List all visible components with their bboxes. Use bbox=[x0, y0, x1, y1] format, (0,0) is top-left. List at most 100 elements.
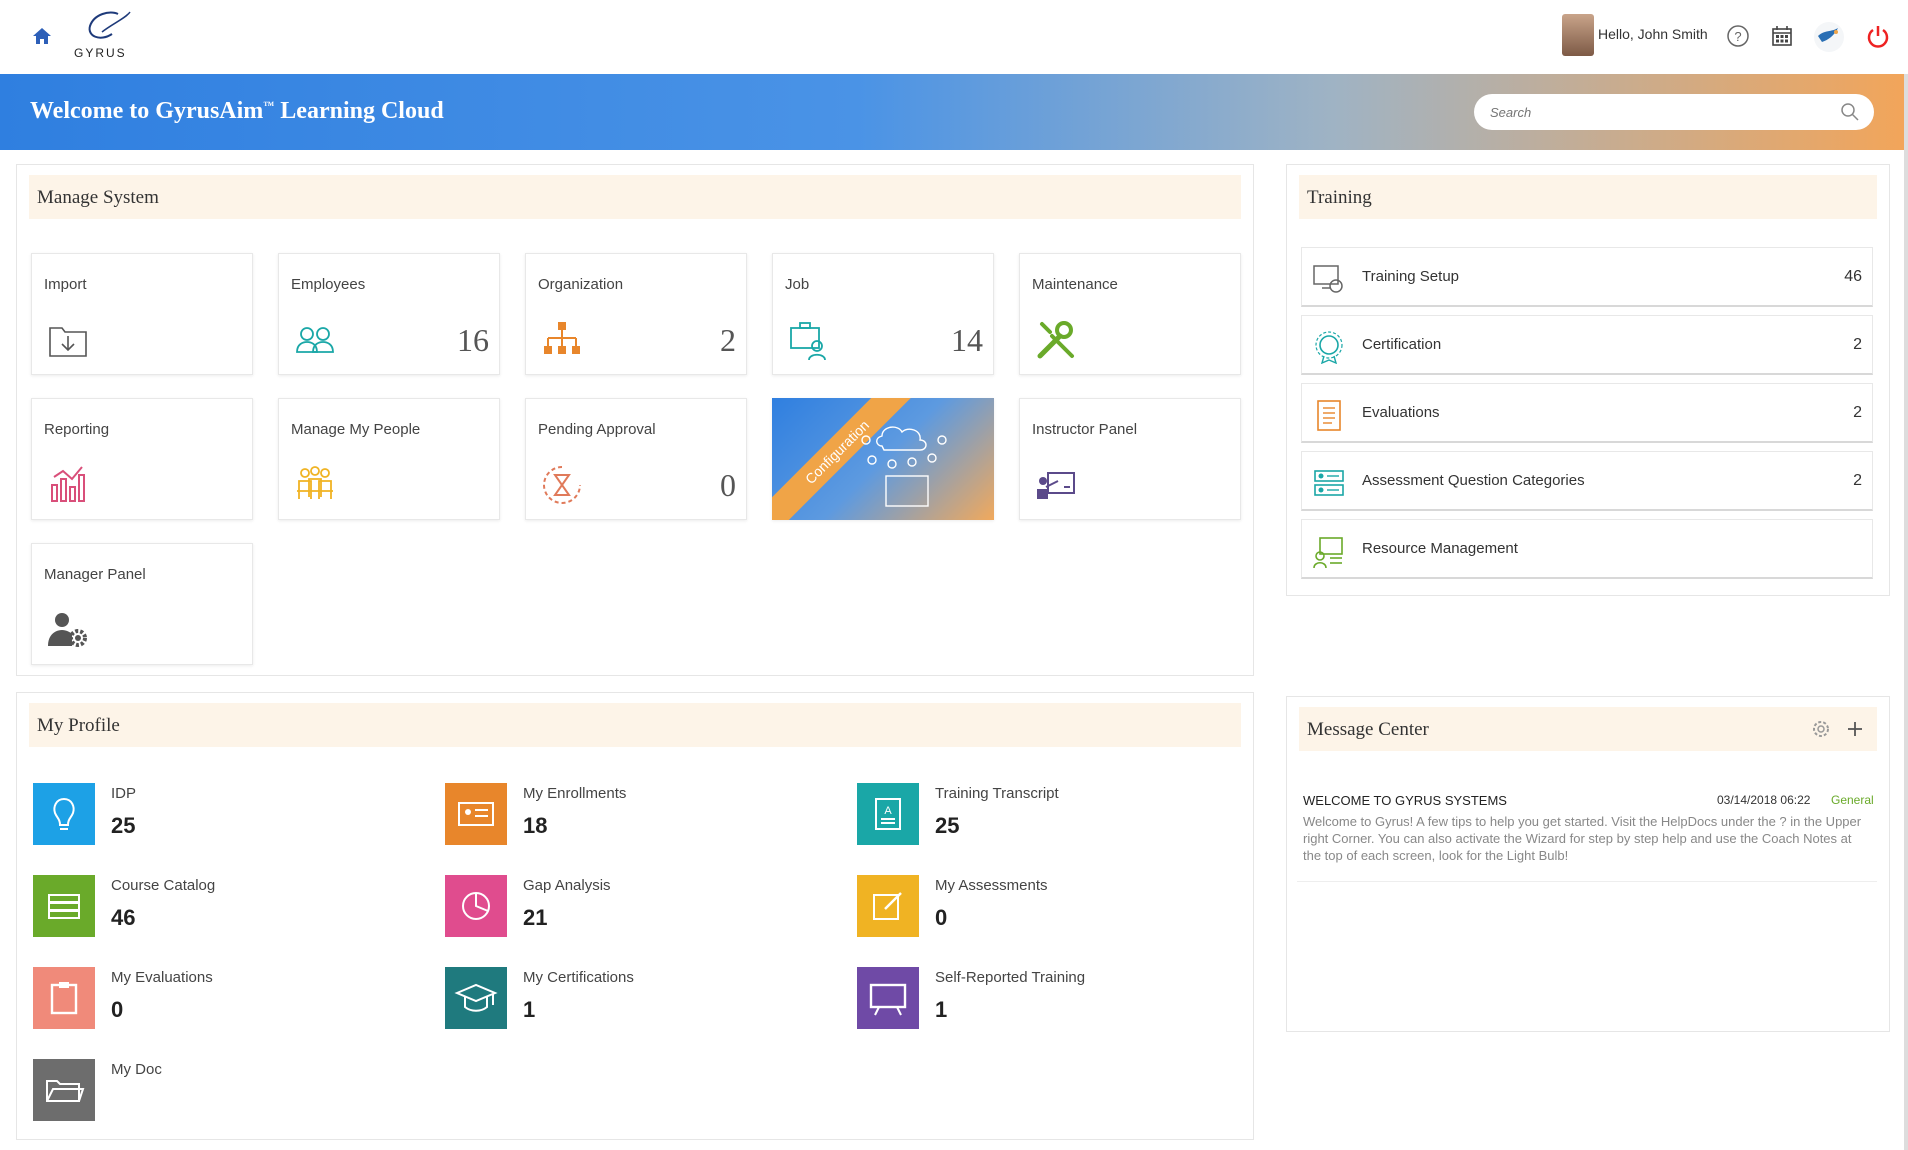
message-center-title: Message Center bbox=[1307, 719, 1429, 740]
profile-item-label: My Assessments bbox=[935, 877, 1048, 894]
transcript-book-icon: A bbox=[875, 798, 901, 830]
training-item-resource-management[interactable]: Resource Management bbox=[1301, 519, 1873, 579]
search-input[interactable] bbox=[1490, 102, 1820, 122]
tile-import[interactable]: Import bbox=[31, 253, 253, 375]
profile-item-label: Course Catalog bbox=[111, 877, 216, 894]
profile-item-count: 46 bbox=[111, 905, 136, 930]
organization-chart-icon bbox=[544, 322, 580, 354]
banner-title-main: Welcome to GyrusAim bbox=[30, 98, 264, 124]
tile-label: Maintenance bbox=[1032, 276, 1118, 293]
logo-text: GYRUS bbox=[74, 46, 127, 60]
manager-gear-person-icon bbox=[48, 613, 87, 647]
profile-item-label: Gap Analysis bbox=[523, 877, 611, 894]
search-box[interactable] bbox=[1474, 94, 1874, 130]
profile-item-label: Training Transcript bbox=[935, 785, 1059, 802]
hourglass-icon bbox=[543, 466, 581, 504]
gap-analysis-icon-box bbox=[445, 875, 507, 937]
profile-item-my-assessments[interactable]: My Assessments 0 bbox=[857, 875, 1237, 939]
training-item-setup[interactable]: Training Setup 46 bbox=[1301, 247, 1873, 307]
home-icon[interactable] bbox=[30, 24, 54, 48]
settings-gear-icon[interactable] bbox=[1811, 719, 1831, 739]
profile-item-count: 21 bbox=[523, 905, 548, 930]
import-folder-icon bbox=[49, 327, 87, 357]
help-icon[interactable]: ? bbox=[1724, 22, 1752, 50]
training-item-label: Certification bbox=[1362, 336, 1442, 353]
profile-item-training-transcript[interactable]: A Training Transcript 25 bbox=[857, 783, 1237, 847]
training-item-assessment-question-categories[interactable]: Assessment Question Categories 2 bbox=[1301, 451, 1873, 511]
message-body: Welcome to Gyrus! A few tips to help you… bbox=[1303, 814, 1862, 863]
assessment-categories-icon bbox=[1314, 470, 1344, 496]
enrollments-icon-box bbox=[445, 783, 507, 845]
profile-item-my-enrollments[interactable]: My Enrollments 18 bbox=[445, 783, 825, 847]
tile-label: Import bbox=[44, 276, 87, 293]
tile-label: Pending Approval bbox=[538, 421, 656, 438]
profile-item-count: 0 bbox=[935, 905, 948, 930]
user-avatar[interactable] bbox=[1562, 14, 1594, 56]
profile-item-label: Self-Reported Training bbox=[935, 969, 1086, 986]
power-icon[interactable] bbox=[1864, 22, 1892, 50]
calendar-icon[interactable] bbox=[1768, 22, 1796, 50]
user-greeting[interactable]: Hello, John Smith bbox=[1598, 26, 1708, 42]
evaluations-icon-box bbox=[33, 967, 95, 1029]
tile-manage-my-people[interactable]: Manage My People bbox=[278, 398, 500, 520]
tile-pending-approval[interactable]: Pending Approval 0 bbox=[525, 398, 747, 520]
course-catalog-icon-box bbox=[33, 875, 95, 937]
trademark-mark: ™ bbox=[263, 100, 275, 112]
tile-label: Reporting bbox=[44, 421, 110, 438]
tile-manager-panel[interactable]: Manager Panel bbox=[31, 543, 253, 665]
profile-item-idp[interactable]: IDP 25 bbox=[33, 783, 413, 847]
profile-item-label: My Evaluations bbox=[111, 969, 213, 986]
profile-item-course-catalog[interactable]: Course Catalog 46 bbox=[33, 875, 413, 939]
training-setup-icon bbox=[1313, 265, 1343, 293]
training-item-certification[interactable]: Certification 2 bbox=[1301, 315, 1873, 375]
tile-maintenance[interactable]: Maintenance bbox=[1019, 253, 1241, 375]
profile-item-count: 18 bbox=[523, 813, 548, 838]
tile-job[interactable]: Job 14 bbox=[772, 253, 994, 375]
tile-employees[interactable]: Employees 16 bbox=[278, 253, 500, 375]
tile-organization[interactable]: Organization 2 bbox=[525, 253, 747, 375]
profile-item-count: 0 bbox=[111, 997, 124, 1022]
tile-label: Job bbox=[785, 276, 810, 293]
tile-count: 2 bbox=[720, 322, 736, 358]
profile-item-label: IDP bbox=[111, 785, 137, 802]
manage-system-header: Manage System bbox=[29, 175, 1241, 219]
maintenance-tools-icon bbox=[1037, 321, 1074, 359]
employees-icon bbox=[296, 327, 334, 353]
manage-people-icon bbox=[297, 466, 333, 499]
profile-item-label: My Doc bbox=[111, 1061, 162, 1078]
training-title: Training bbox=[1307, 187, 1372, 208]
profile-item-my-certifications[interactable]: My Certifications 1 bbox=[445, 967, 825, 1031]
tile-label: Instructor Panel bbox=[1032, 421, 1138, 438]
banner-title-suffix: Learning Cloud bbox=[274, 98, 444, 124]
training-item-label: Resource Management bbox=[1362, 540, 1518, 557]
profile-item-gap-analysis[interactable]: Gap Analysis 21 bbox=[445, 875, 825, 939]
profile-item-label: My Enrollments bbox=[523, 785, 627, 802]
my-profile-header: My Profile bbox=[29, 703, 1241, 747]
training-header: Training bbox=[1299, 175, 1877, 219]
page-scrollbar[interactable] bbox=[1904, 74, 1908, 1150]
profile-item-count: 1 bbox=[523, 997, 536, 1022]
profile-item-my-evaluations[interactable]: My Evaluations 0 bbox=[33, 967, 413, 1031]
pie-chart-icon bbox=[462, 892, 490, 920]
add-message-icon[interactable] bbox=[1845, 719, 1865, 739]
welcome-banner: Welcome to GyrusAim™ Learning Cloud bbox=[0, 74, 1904, 150]
tile-instructor-panel[interactable]: Instructor Panel bbox=[1019, 398, 1241, 520]
stacked-books-icon bbox=[48, 894, 80, 919]
presentation-board-icon bbox=[869, 983, 907, 1016]
assessments-icon-box bbox=[857, 875, 919, 937]
tile-count: 16 bbox=[457, 322, 489, 358]
bird-mascot-icon[interactable] bbox=[1812, 20, 1846, 54]
profile-item-count: 25 bbox=[111, 813, 136, 838]
id-card-icon bbox=[458, 802, 494, 826]
message-category: General bbox=[1831, 793, 1874, 807]
tile-configuration[interactable]: Configuration bbox=[772, 398, 994, 520]
profile-item-my-doc[interactable]: My Doc bbox=[33, 1059, 413, 1123]
evaluations-clipboard-icon bbox=[1317, 400, 1341, 431]
message-center-header: Message Center bbox=[1299, 707, 1877, 751]
tile-reporting[interactable]: Reporting bbox=[31, 398, 253, 520]
message-title[interactable]: WELCOME TO GYRUS SYSTEMS bbox=[1303, 793, 1507, 808]
profile-item-self-reported-training[interactable]: Self-Reported Training 1 bbox=[857, 967, 1237, 1031]
manage-system-title: Manage System bbox=[37, 187, 159, 208]
search-icon[interactable] bbox=[1840, 102, 1860, 122]
training-item-evaluations[interactable]: Evaluations 2 bbox=[1301, 383, 1873, 443]
